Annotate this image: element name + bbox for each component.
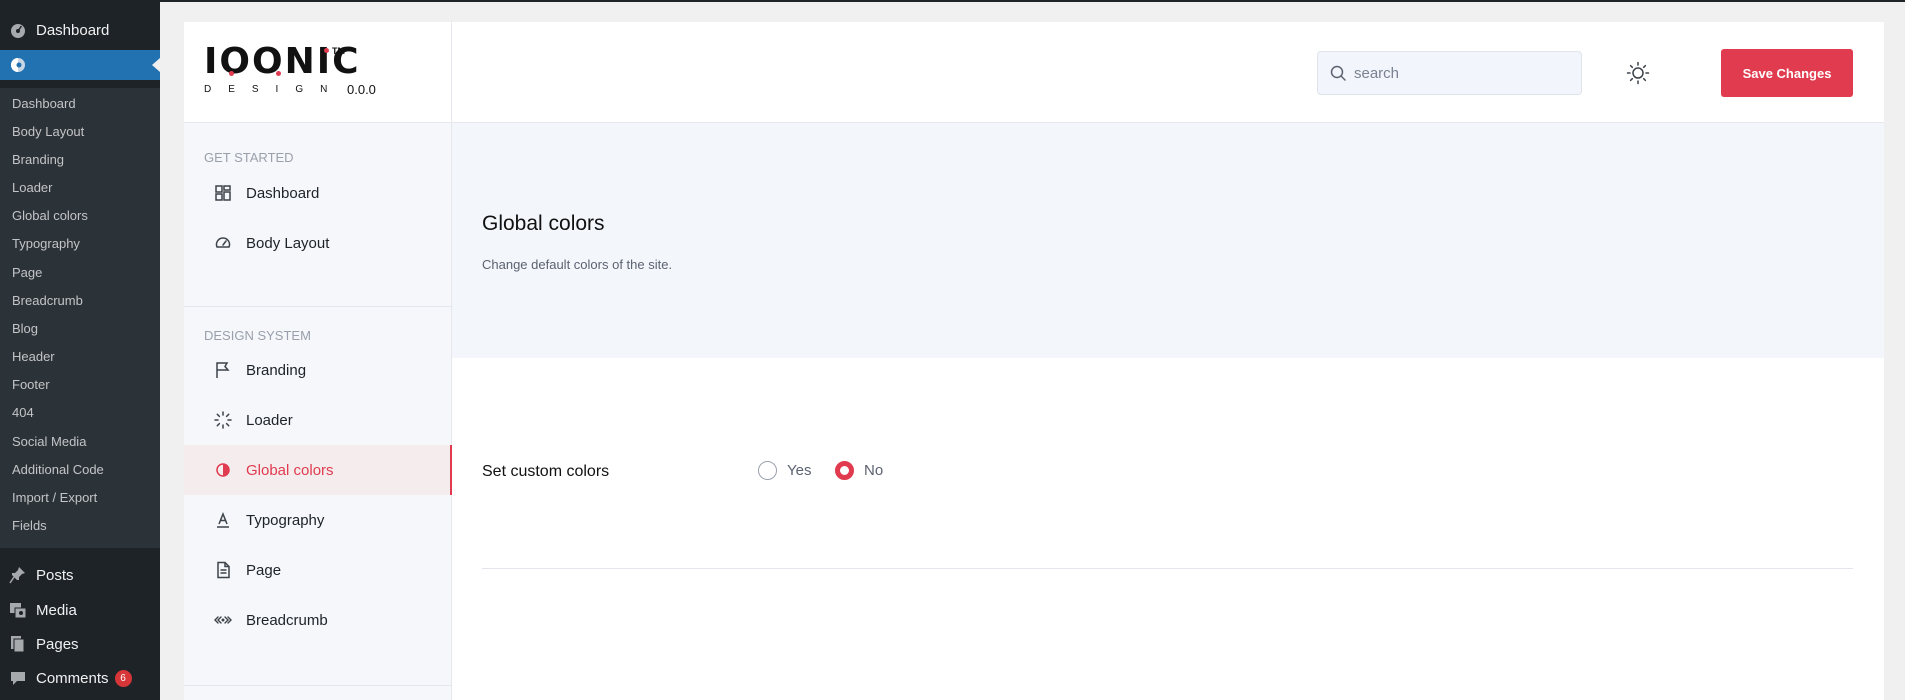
radio-circle-checked[interactable] (835, 461, 854, 480)
wp-menu-posts[interactable]: Posts (0, 560, 160, 590)
radio-yes-label: Yes (787, 462, 812, 479)
pages-icon (9, 635, 27, 653)
settings-nav: GET STARTED Dashboard Body Layout DESIGN… (184, 123, 452, 700)
wp-admin-sidebar: Dashboard Dashboard Body Layout Branding… (0, 0, 160, 700)
save-changes-button[interactable]: Save Changes (1721, 49, 1853, 97)
page-description: Change default colors of the site. (482, 257, 673, 272)
nav-item-label: Typography (246, 511, 325, 529)
nav-item-page[interactable]: Page (184, 545, 452, 595)
search-icon (1330, 65, 1346, 81)
wp-submenu-item-body-layout[interactable]: Body Layout (12, 124, 84, 139)
logo-dot-icon (324, 48, 329, 53)
wp-submenu: Dashboard Body Layout Branding Loader Gl… (0, 88, 160, 548)
nav-item-global-colors[interactable]: Global colors (184, 445, 452, 495)
wp-submenu-item-global-colors[interactable]: Global colors (12, 208, 88, 223)
theme-toggle-sun-icon[interactable] (1626, 61, 1650, 85)
setting-row-custom-colors: Set custom colors Yes No (452, 358, 1884, 698)
nav-item-typography[interactable]: Typography (184, 495, 452, 545)
nav-item-body-layout[interactable]: Body Layout (184, 218, 452, 268)
wp-submenu-item-404[interactable]: 404 (12, 405, 34, 420)
version-label: 0.0.0 (347, 82, 376, 97)
wp-menu-dashboard[interactable]: Dashboard (0, 15, 160, 45)
wp-menu-comments[interactable]: Comments 6 (0, 663, 160, 693)
gauge-icon (214, 234, 232, 252)
admin-bar-strip (160, 0, 1905, 2)
nav-item-label: Branding (246, 361, 307, 379)
wp-submenu-item-footer[interactable]: Footer (12, 377, 50, 392)
page-title: Global colors (482, 212, 605, 235)
wp-submenu-item-fields[interactable]: Fields (12, 518, 47, 533)
logo-dot-icon (229, 71, 234, 76)
nav-item-breadcrumb[interactable]: Breadcrumb (184, 595, 452, 645)
search-input[interactable] (1354, 64, 1554, 82)
wp-menu-media[interactable]: Media (0, 595, 160, 625)
radio-no[interactable]: No (835, 461, 883, 480)
nav-divider (184, 685, 452, 686)
nav-item-branding[interactable]: Branding (184, 345, 452, 395)
radio-no-label: No (864, 462, 884, 479)
wp-menu-posts-label: Posts (36, 566, 74, 584)
nav-item-label: Page (246, 561, 282, 579)
wp-submenu-item-import-export[interactable]: Import / Export (12, 490, 97, 505)
setting-label: Set custom colors (482, 463, 610, 480)
dashboard-gauge-icon (9, 21, 27, 39)
pin-icon (9, 566, 27, 584)
wp-submenu-item-typography[interactable]: Typography (12, 236, 80, 251)
grid-icon (214, 184, 232, 202)
logo-trademark: TM (332, 46, 345, 56)
wp-menu-media-label: Media (36, 601, 77, 619)
document-icon (214, 561, 232, 579)
wp-menu-comments-label: Comments (36, 669, 109, 687)
ioonic-plugin-icon (9, 56, 27, 74)
radio-yes[interactable]: Yes (758, 461, 811, 480)
comments-count-badge: 6 (114, 669, 132, 687)
contrast-icon (214, 461, 232, 479)
wp-submenu-item-additional-code[interactable]: Additional Code (12, 462, 104, 477)
nav-item-label: Body Layout (246, 234, 330, 252)
wp-menu-pages[interactable]: Pages (0, 629, 160, 659)
nav-item-label: Global colors (246, 461, 334, 479)
breadcrumb-icon (214, 611, 232, 629)
nav-group-get-started: GET STARTED (204, 150, 294, 165)
row-divider (482, 568, 1853, 569)
media-icon (9, 601, 27, 619)
comment-icon (9, 669, 27, 687)
wp-submenu-item-dashboard[interactable]: Dashboard (12, 96, 76, 111)
nav-divider (184, 306, 452, 307)
wp-menu-ioonic[interactable] (0, 50, 160, 80)
wp-submenu-item-loader[interactable]: Loader (12, 180, 52, 195)
wp-submenu-item-breadcrumb[interactable]: Breadcrumb (12, 293, 83, 308)
nav-item-label: Breadcrumb (246, 611, 328, 629)
wp-submenu-item-header[interactable]: Header (12, 349, 55, 364)
nav-item-dashboard[interactable]: Dashboard (184, 168, 452, 218)
logo-dot-icon (276, 71, 281, 76)
wp-menu-dashboard-label: Dashboard (36, 21, 110, 39)
nav-item-label: Dashboard (246, 184, 320, 202)
wp-submenu-item-blog[interactable]: Blog (12, 321, 38, 336)
text-icon (214, 511, 232, 529)
wp-submenu-item-page[interactable]: Page (12, 265, 42, 280)
radio-circle-unchecked[interactable] (758, 461, 777, 480)
settings-panel: IOONIC TM DESIGN 0.0.0 Save Changes GET … (184, 22, 1884, 700)
nav-group-design-system: DESIGN SYSTEM (204, 328, 311, 343)
nav-item-loader[interactable]: Loader (184, 395, 452, 445)
wp-submenu-item-social-media[interactable]: Social Media (12, 434, 86, 449)
wp-menu-pages-label: Pages (36, 635, 79, 653)
nav-item-label: Loader (246, 411, 293, 429)
section-intro: Global colors Change default colors of t… (452, 123, 1884, 358)
search-box[interactable] (1317, 51, 1582, 95)
brand-logo: IOONIC TM DESIGN 0.0.0 (184, 22, 452, 123)
panel-header: Save Changes (452, 22, 1884, 123)
spinner-icon (214, 411, 232, 429)
logo-subline: DESIGN (204, 84, 345, 95)
flag-icon (214, 361, 232, 379)
wp-submenu-item-branding[interactable]: Branding (12, 152, 64, 167)
